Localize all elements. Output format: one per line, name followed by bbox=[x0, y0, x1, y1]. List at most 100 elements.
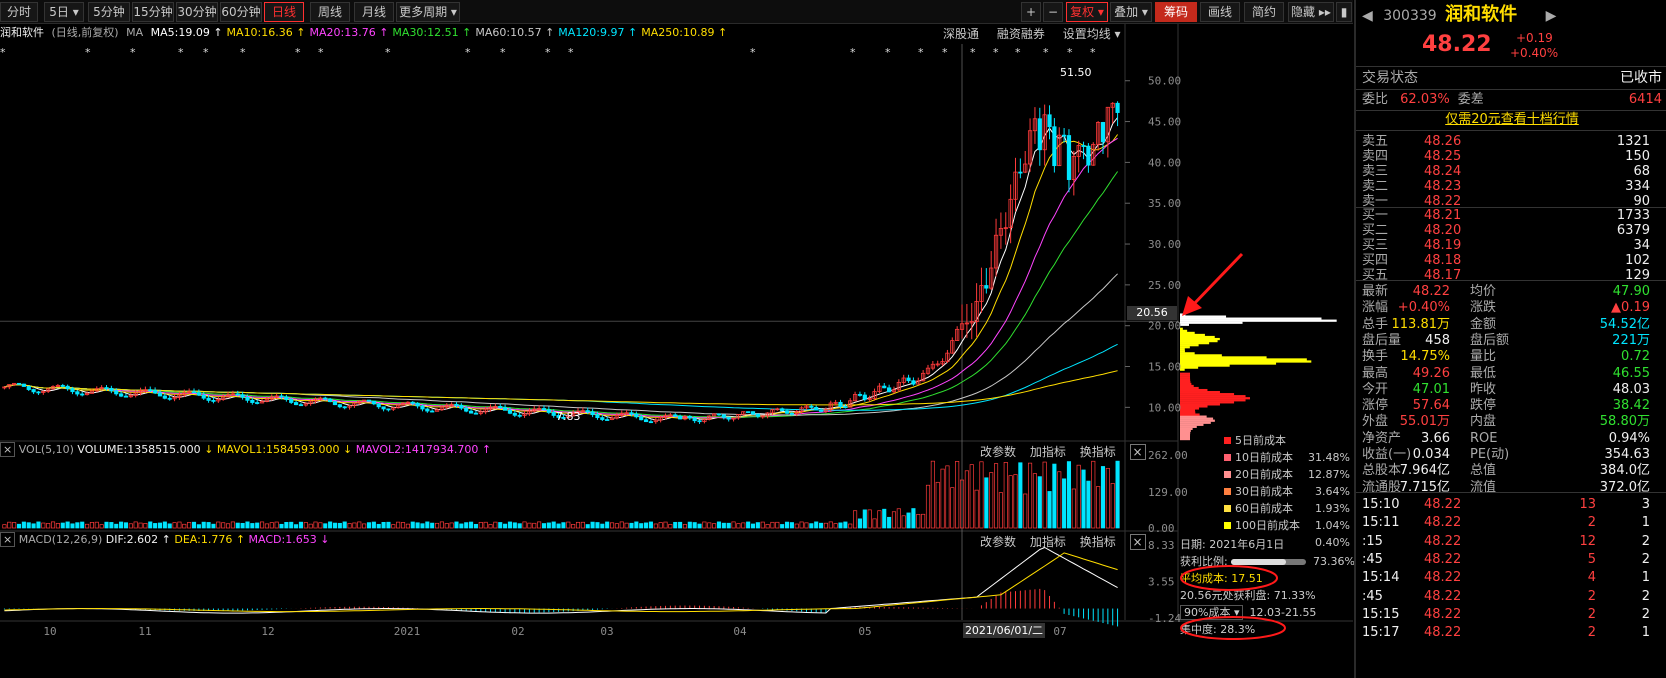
volume-bar bbox=[89, 522, 94, 529]
volume-bar bbox=[235, 522, 240, 529]
volume-bar bbox=[1091, 460, 1096, 529]
candle-body bbox=[473, 412, 479, 415]
price-tick-label: 20.00 bbox=[1148, 320, 1181, 333]
vol-actions: 改参数 加指标 换指标 × bbox=[980, 443, 1146, 460]
price-tick-label: 35.00 bbox=[1148, 197, 1181, 210]
low-label: 7.83 bbox=[556, 410, 581, 423]
volume-bar bbox=[507, 521, 513, 529]
chip-bar bbox=[1180, 333, 1205, 337]
price-tick-label: 25.00 bbox=[1148, 279, 1181, 292]
promo-link[interactable]: 仅需20元查看十档行情 bbox=[1362, 111, 1662, 128]
candle-body bbox=[814, 406, 819, 411]
volume-bar bbox=[775, 521, 780, 529]
candle-body bbox=[328, 398, 333, 403]
volume-bar bbox=[770, 521, 775, 529]
macd-add-indicator[interactable]: 加指标 bbox=[1030, 535, 1066, 549]
candle-body bbox=[293, 402, 299, 406]
candle-body bbox=[1018, 171, 1023, 174]
chip-bar bbox=[1180, 413, 1200, 416]
chip-bar bbox=[1180, 380, 1191, 384]
volume-bar bbox=[157, 522, 163, 529]
vol-header: × VOL(5,10) VOLUME:1358515.000 ↓ MAVOL1:… bbox=[0, 442, 491, 457]
vol-switch-indicator[interactable]: 换指标 bbox=[1080, 445, 1116, 459]
event-star-icon: * bbox=[465, 46, 471, 59]
volume-bar bbox=[386, 521, 391, 529]
legend-swatch bbox=[1224, 505, 1231, 512]
macd-actions: 改参数 加指标 换指标 × bbox=[980, 533, 1146, 550]
candle-body bbox=[410, 401, 415, 404]
volume-bar bbox=[444, 523, 449, 529]
tick-row: :45 48.22 2 2 bbox=[1362, 588, 1650, 604]
volume-bar bbox=[284, 522, 289, 529]
volume-bar bbox=[162, 521, 167, 529]
macd-panel-close-icon[interactable]: × bbox=[1129, 534, 1146, 550]
candle-body bbox=[298, 404, 304, 407]
event-star-icon: * bbox=[918, 46, 924, 59]
chip-bar bbox=[1180, 415, 1207, 418]
macd-switch-indicator[interactable]: 换指标 bbox=[1080, 535, 1116, 549]
chip-bar bbox=[1180, 417, 1214, 420]
vol-title: VOL(5,10) bbox=[18, 443, 74, 456]
candle-body bbox=[600, 417, 605, 420]
candle-body bbox=[1037, 118, 1042, 151]
tick-row: 15:14 48.22 4 1 bbox=[1362, 570, 1650, 586]
candle-body bbox=[585, 410, 590, 413]
volume-bar bbox=[250, 523, 255, 529]
volume-bar bbox=[55, 523, 60, 529]
chip-bar bbox=[1180, 395, 1246, 398]
volume-bar bbox=[955, 461, 960, 529]
macd-change-params[interactable]: 改参数 bbox=[980, 535, 1016, 549]
volume-bar bbox=[814, 521, 819, 529]
volume-bar bbox=[1008, 475, 1013, 529]
volume-bar bbox=[760, 521, 765, 529]
macd-close-icon[interactable]: × bbox=[0, 532, 16, 547]
weibi-row: 委比 62.03% 委差 6414 bbox=[1362, 92, 1662, 107]
chip-bar bbox=[1180, 421, 1211, 424]
cost-legend-item: 10日前成本 12.87% bbox=[1224, 449, 1350, 481]
volume-bar bbox=[945, 465, 950, 529]
volume-bar bbox=[473, 523, 478, 529]
vol-change-params[interactable]: 改参数 bbox=[980, 445, 1016, 459]
event-star-icon: * bbox=[203, 46, 209, 59]
vol-close-icon[interactable]: × bbox=[0, 442, 16, 457]
stat-value: 113.81万 bbox=[1391, 316, 1451, 332]
next-stock-icon[interactable]: ▶ bbox=[1546, 8, 1557, 24]
volume-bar bbox=[362, 523, 367, 529]
tick-row: 15:10 48.22 13 3 bbox=[1362, 497, 1650, 512]
volume-bar bbox=[935, 481, 940, 529]
volume-bar bbox=[449, 522, 454, 529]
volume-bar bbox=[765, 524, 770, 529]
volume-bar bbox=[109, 522, 114, 529]
volume-bar bbox=[838, 522, 843, 529]
chip-bar bbox=[1180, 391, 1220, 394]
chip-bar bbox=[1180, 344, 1199, 347]
candle-body bbox=[430, 410, 435, 413]
chip-bar bbox=[1180, 423, 1204, 426]
legend-swatch bbox=[1224, 454, 1231, 461]
vol-add-indicator[interactable]: 加指标 bbox=[1030, 445, 1066, 459]
tick-row: :15 48.22 12 2 bbox=[1362, 533, 1650, 549]
volume-bar bbox=[478, 521, 483, 529]
candle-body bbox=[721, 414, 726, 418]
candle-body bbox=[750, 411, 756, 415]
event-star-icon: * bbox=[295, 46, 301, 59]
volume-bar bbox=[104, 521, 109, 529]
candle-body bbox=[648, 421, 654, 424]
volume-bar bbox=[434, 522, 440, 529]
candle-body bbox=[337, 404, 342, 408]
volume-bar bbox=[833, 523, 838, 529]
prev-stock-icon[interactable]: ◀ bbox=[1362, 8, 1373, 24]
candle-body bbox=[843, 406, 848, 409]
vol-panel-close-icon[interactable]: × bbox=[1129, 444, 1146, 460]
volume-bar bbox=[741, 522, 746, 529]
stat-row: 流通股 7.715亿 流值 372.0亿 bbox=[1362, 479, 1650, 495]
up-arrow-icon: ↑ bbox=[161, 533, 171, 546]
volume-bar bbox=[794, 523, 799, 529]
volume-bar bbox=[964, 470, 969, 529]
volume-bar bbox=[1018, 462, 1023, 529]
stat-row: 盘后量 458 盘后额 221万 bbox=[1362, 332, 1650, 348]
kline-chart[interactable]: 50.00 45.00 40.00 35.00 30.00 25.00 20.00 15.00… bbox=[0, 0, 1353, 678]
up-arrow-icon: ↑ bbox=[235, 533, 246, 546]
candle-body bbox=[240, 394, 245, 398]
cost-legend-item: 100日前成本 0.40% bbox=[1224, 517, 1350, 549]
